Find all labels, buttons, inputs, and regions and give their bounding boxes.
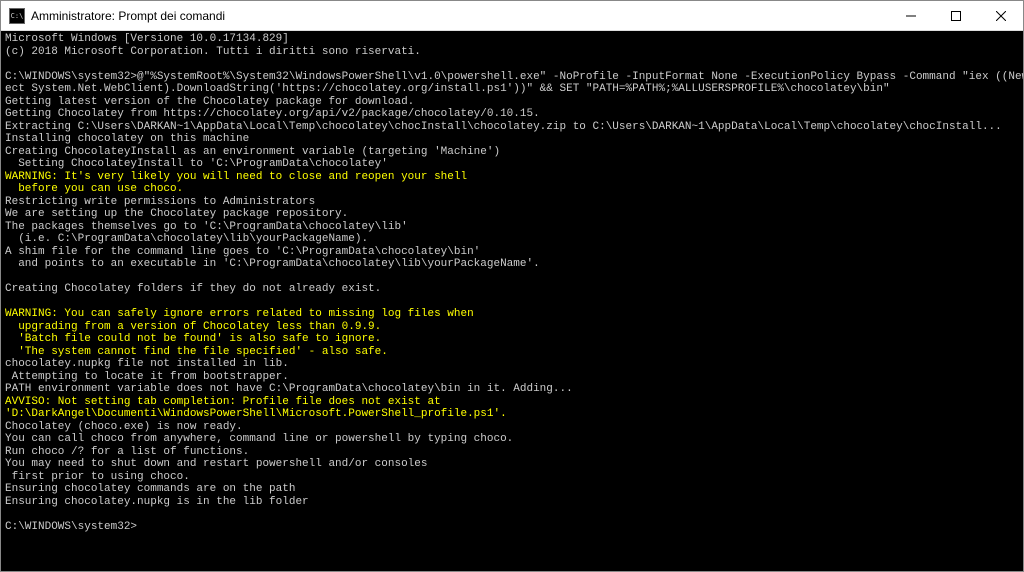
terminal-line: You may need to shut down and restart po… — [5, 458, 1019, 471]
terminal-line — [5, 58, 1019, 71]
cmd-icon: C:\ — [9, 8, 25, 24]
terminal-line: The packages themselves go to 'C:\Progra… — [5, 221, 1019, 234]
maximize-icon — [951, 11, 961, 21]
close-icon — [996, 11, 1006, 21]
terminal-line: You can call choco from anywhere, comman… — [5, 433, 1019, 446]
window-controls — [888, 1, 1023, 30]
terminal-line: C:\WINDOWS\system32>@"%SystemRoot%\Syste… — [5, 71, 1019, 84]
terminal-line: A shim file for the command line goes to… — [5, 246, 1019, 259]
terminal-line: Extracting C:\Users\DARKAN~1\AppData\Loc… — [5, 121, 1019, 134]
terminal-line: Ensuring chocolatey.nupkg is in the lib … — [5, 496, 1019, 509]
terminal-line: PATH environment variable does not have … — [5, 383, 1019, 396]
terminal-line: Setting ChocolateyInstall to 'C:\Program… — [5, 158, 1019, 171]
terminal-line: Creating ChocolateyInstall as an environ… — [5, 146, 1019, 159]
terminal-line: and points to an executable in 'C:\Progr… — [5, 258, 1019, 271]
terminal-line: Chocolatey (choco.exe) is now ready. — [5, 421, 1019, 434]
terminal-line: Run choco /? for a list of functions. — [5, 446, 1019, 459]
terminal-line: before you can use choco. — [5, 183, 1019, 196]
window-title: Amministratore: Prompt dei comandi — [31, 9, 888, 23]
terminal-output[interactable]: Microsoft Windows [Versione 10.0.17134.8… — [1, 31, 1023, 571]
minimize-icon — [906, 11, 916, 21]
terminal-line: Microsoft Windows [Versione 10.0.17134.8… — [5, 33, 1019, 46]
terminal-line — [5, 508, 1019, 521]
command-prompt-window: C:\ Amministratore: Prompt dei comandi M… — [0, 0, 1024, 572]
terminal-line: 'The system cannot find the file specifi… — [5, 346, 1019, 359]
terminal-line — [5, 271, 1019, 284]
terminal-prompt[interactable]: C:\WINDOWS\system32> — [5, 521, 1019, 534]
terminal-line: chocolatey.nupkg file not installed in l… — [5, 358, 1019, 371]
terminal-line: WARNING: It's very likely you will need … — [5, 171, 1019, 184]
terminal-line: Restricting write permissions to Adminis… — [5, 196, 1019, 209]
terminal-line: ect System.Net.WebClient).DownloadString… — [5, 83, 1019, 96]
terminal-line — [5, 296, 1019, 309]
terminal-line: 'D:\DarkAngel\Documenti\WindowsPowerShel… — [5, 408, 1019, 421]
terminal-line: AVVISO: Not setting tab completion: Prof… — [5, 396, 1019, 409]
terminal-line: We are setting up the Chocolatey package… — [5, 208, 1019, 221]
titlebar[interactable]: C:\ Amministratore: Prompt dei comandi — [1, 1, 1023, 31]
terminal-line: Creating Chocolatey folders if they do n… — [5, 283, 1019, 296]
terminal-line: (c) 2018 Microsoft Corporation. Tutti i … — [5, 46, 1019, 59]
terminal-line: WARNING: You can safely ignore errors re… — [5, 308, 1019, 321]
terminal-line: Getting latest version of the Chocolatey… — [5, 96, 1019, 109]
terminal-line: Attempting to locate it from bootstrappe… — [5, 371, 1019, 384]
terminal-line: Ensuring chocolatey commands are on the … — [5, 483, 1019, 496]
close-button[interactable] — [978, 1, 1023, 30]
terminal-line: (i.e. C:\ProgramData\chocolatey\lib\your… — [5, 233, 1019, 246]
terminal-line: Installing chocolatey on this machine — [5, 133, 1019, 146]
minimize-button[interactable] — [888, 1, 933, 30]
maximize-button[interactable] — [933, 1, 978, 30]
terminal-line: Getting Chocolatey from https://chocolat… — [5, 108, 1019, 121]
terminal-line: first prior to using choco. — [5, 471, 1019, 484]
terminal-line: upgrading from a version of Chocolatey l… — [5, 321, 1019, 334]
terminal-line: 'Batch file could not be found' is also … — [5, 333, 1019, 346]
